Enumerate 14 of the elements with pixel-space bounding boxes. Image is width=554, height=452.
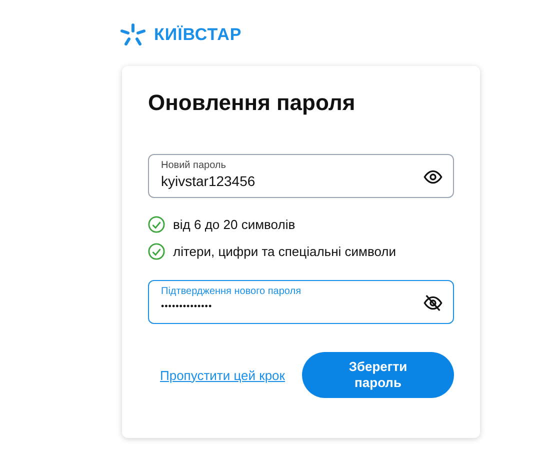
password-field[interactable]: Новий пароль kyivstar123456	[148, 154, 454, 198]
password-field[interactable]: Підтвердження нового пароля ••••••••••••••	[148, 280, 454, 324]
field-label: Новий пароль	[161, 160, 227, 171]
visibility-toggle[interactable]	[423, 293, 443, 313]
logo-text: КИЇВСТАР	[154, 25, 242, 45]
field-value: kyivstar123456	[161, 173, 256, 189]
requirement-text: літери, цифри та спеціальні символи	[173, 244, 396, 259]
page-title: Оновлення пароля	[148, 90, 356, 116]
save-button[interactable]: Зберегти пароль	[302, 352, 454, 398]
field-value: ••••••••••••••	[161, 301, 214, 311]
requirement-text: від 6 до 20 символів	[173, 217, 296, 232]
logo-icon	[120, 23, 146, 47]
eye-off-icon	[423, 293, 443, 313]
field-label: Підтвердження нового пароля	[161, 286, 302, 297]
